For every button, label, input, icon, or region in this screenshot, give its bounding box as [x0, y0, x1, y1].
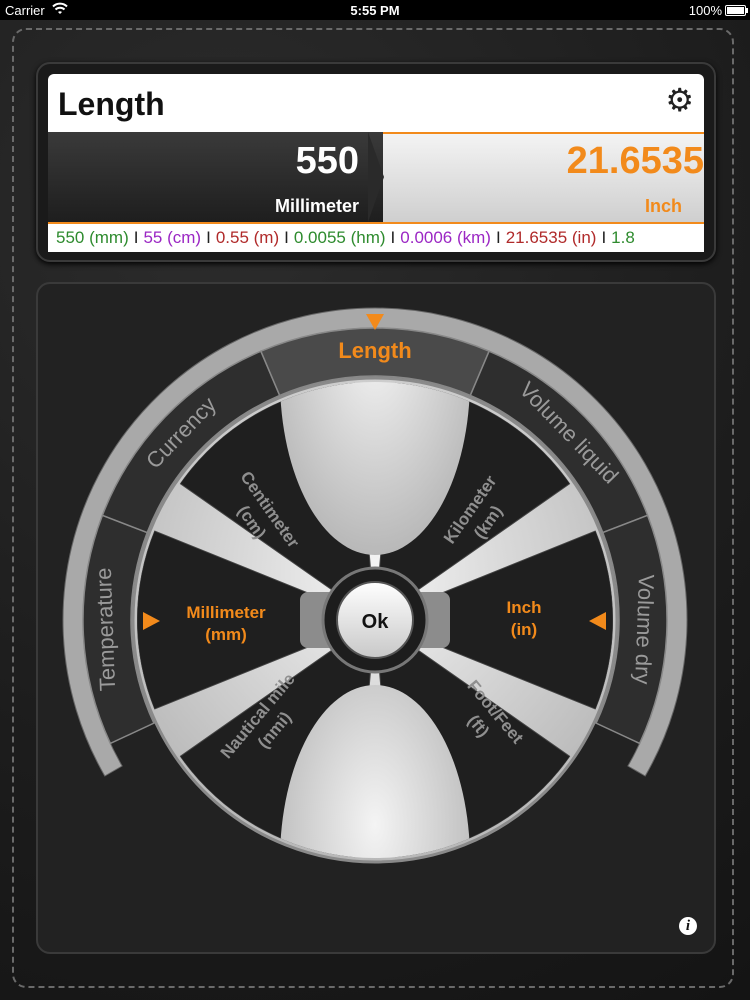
info-icon[interactable]: i [679, 917, 697, 935]
unit-label-line: (mm) [205, 625, 247, 644]
unit-label-line: Inch [507, 598, 542, 617]
category-label-temperature: Temperature [91, 567, 120, 691]
unit-label-line: (in) [511, 620, 537, 639]
unit-dial: TemperatureCurrencyLengthVolume liquidVo… [62, 307, 688, 864]
unit-label-line: Millimeter [186, 603, 266, 622]
ok-label: Ok [362, 611, 390, 633]
category-label-length: Length [338, 338, 411, 363]
category-label-volume-dry: Volume dry [630, 574, 659, 685]
